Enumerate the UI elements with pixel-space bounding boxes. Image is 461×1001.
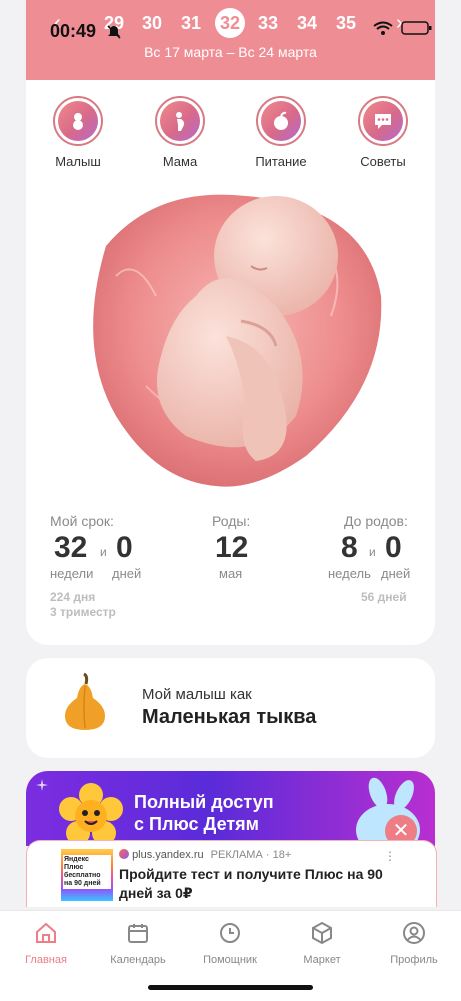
- promo-banner[interactable]: Полный доступ с Плюс Детям: [26, 771, 435, 846]
- promo-line-2: с Плюс Детям: [134, 814, 259, 834]
- term-days-value: 0: [116, 531, 133, 564]
- wifi-icon: [373, 21, 393, 35]
- nav-label: Помощник: [203, 954, 257, 966]
- category-label: Мама: [162, 154, 198, 169]
- remaining-days-unit: дней: [381, 566, 411, 581]
- category-baby[interactable]: Малыш: [28, 96, 128, 169]
- box-icon: [312, 921, 332, 945]
- ad-age: 18+: [272, 849, 292, 861]
- ad-banner[interactable]: Яндекс Плюс бесплатно на 90 дней plus.ya…: [26, 840, 437, 907]
- nav-label: Календарь: [110, 954, 166, 966]
- ad-title: Пройдите тест и получите Плюс на 90 дней…: [119, 866, 383, 901]
- nav-label: Профиль: [390, 954, 438, 966]
- promo-line-1: Полный доступ: [134, 792, 274, 812]
- term-weeks-unit: недели: [50, 566, 94, 581]
- remaining-weeks-value: 8: [341, 531, 358, 564]
- week-33[interactable]: 33: [253, 10, 283, 36]
- flower-mascot-icon: [59, 783, 123, 845]
- ad-image: Яндекс Плюс бесплатно на 90 дней: [61, 849, 113, 901]
- promo-title: Полный доступ с Плюс Детям: [134, 791, 274, 835]
- birth-month: мая: [219, 566, 243, 581]
- remaining-label: До родов:: [344, 513, 408, 529]
- remaining-days-value: 0: [385, 531, 402, 564]
- fetus-illustration[interactable]: [76, 186, 386, 491]
- category-label: Советы: [360, 154, 406, 169]
- remaining-total-days: 56 дней: [361, 590, 407, 604]
- term-days-unit: дней: [112, 566, 142, 581]
- ad-image-text: Яндекс Плюс бесплатно на 90 дней: [63, 855, 111, 889]
- pumpkin-icon: [65, 672, 105, 730]
- category-tips[interactable]: Советы: [333, 96, 433, 169]
- nav-label: Маркет: [303, 954, 341, 966]
- nav-home[interactable]: Главная: [0, 921, 92, 966]
- apple-icon: [274, 111, 288, 130]
- week-34[interactable]: 34: [292, 10, 322, 36]
- ad-menu-icon[interactable]: ⋮: [384, 849, 396, 863]
- remaining-weeks-unit: недель: [328, 566, 371, 581]
- ad-label: РЕКЛАМА: [210, 849, 263, 861]
- status-time: 00:49: [50, 21, 97, 41]
- ad-meta: plus.yandex.ru РЕКЛАМА · 18+: [119, 849, 291, 861]
- plus-logo-icon: [119, 849, 129, 859]
- bell-muted-icon: [107, 25, 121, 39]
- category-row: Малыш Мама Питание Советы: [26, 96, 435, 176]
- week-date-range: Вс 17 марта – Вс 24 марта: [144, 44, 317, 60]
- fruit-size-card[interactable]: Мой малыш как Маленькая тыква: [26, 658, 435, 758]
- fruit-caption: Мой малыш как: [142, 686, 252, 703]
- category-mom[interactable]: Мама: [130, 96, 230, 169]
- term-total-days: 224 дня: [50, 590, 96, 604]
- term-weeks-value: 32: [54, 531, 88, 564]
- nav-profile[interactable]: Профиль: [368, 921, 460, 966]
- baby-icon: [73, 113, 83, 130]
- birth-day: 12: [215, 531, 249, 564]
- category-label: Малыш: [55, 154, 101, 169]
- chat-bubble-icon: [375, 114, 391, 129]
- ad-domain: plus.yandex.ru: [132, 849, 204, 861]
- pregnant-mother-icon: [176, 112, 185, 131]
- birth-label: Роды:: [212, 513, 251, 529]
- term-conj: и: [100, 545, 107, 559]
- remaining-conj: и: [369, 545, 376, 559]
- category-nutrition[interactable]: Питание: [231, 96, 331, 169]
- nav-market[interactable]: Маркет: [276, 921, 368, 966]
- category-label: Питание: [255, 154, 307, 169]
- term-label: Мой срок:: [50, 513, 114, 529]
- home-icon: [36, 922, 56, 943]
- nav-calendar[interactable]: Календарь: [92, 921, 184, 966]
- profile-icon: [403, 922, 425, 944]
- calendar-icon: [128, 924, 148, 943]
- battery-icon: [401, 21, 432, 35]
- week-31[interactable]: 31: [176, 10, 206, 36]
- fruit-name: Маленькая тыква: [142, 706, 317, 728]
- status-icons: [373, 20, 433, 36]
- main-card: ‹ 29 30 31 32 33 34 35 › Вс 17 марта – В…: [26, 0, 435, 645]
- term-trimester: 3 триместр: [50, 605, 116, 619]
- clock-icon: [220, 923, 240, 943]
- week-30[interactable]: 30: [137, 10, 167, 36]
- nav-label: Главная: [25, 954, 67, 966]
- week-35[interactable]: 35: [331, 10, 361, 36]
- week-32-active[interactable]: 32: [215, 8, 245, 38]
- sparkle-icon: [36, 779, 48, 791]
- nav-assistant[interactable]: Помощник: [184, 921, 276, 966]
- home-indicator[interactable]: [148, 985, 313, 990]
